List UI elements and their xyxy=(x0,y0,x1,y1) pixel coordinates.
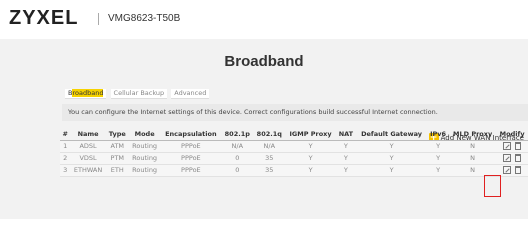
edit-icon[interactable] xyxy=(503,153,512,162)
col-header-mode: Mode xyxy=(128,112,161,141)
tab-broadband-label: roadband xyxy=(72,89,104,97)
delete-icon[interactable] xyxy=(515,165,522,174)
cell-8021p: 0 xyxy=(221,152,254,165)
cell-type: PTM xyxy=(105,152,129,165)
edit-icon[interactable] xyxy=(503,141,512,150)
cell-ipv6: Y xyxy=(427,140,449,153)
cell-8021q: N/A xyxy=(253,140,286,153)
cell-encapsulation: PPPoE xyxy=(160,164,222,177)
cell-encapsulation: PPPoE xyxy=(160,140,222,153)
cell-ipv6: Y xyxy=(427,152,449,165)
cell-name: VDSL xyxy=(70,152,106,165)
col-header-igmp-proxy: IGMP Proxy xyxy=(285,112,336,141)
cell-ipv6: Y xyxy=(427,164,449,177)
col-header-8021q: 802.1q xyxy=(253,112,286,141)
cell-modify xyxy=(496,152,528,165)
cell-name: ADSL xyxy=(70,140,106,153)
cell-igmp-proxy: Y xyxy=(285,164,336,177)
cell-mld-proxy: N xyxy=(448,140,497,153)
cell-type: ETH xyxy=(105,164,129,177)
cell-mode: Routing xyxy=(128,152,161,165)
edit-icon[interactable] xyxy=(503,165,512,174)
device-model: VMG8623-T50B xyxy=(98,13,180,25)
tab-broadband[interactable]: Broadband xyxy=(65,89,107,99)
tab-bar: Broadband Cellular Backup Advanced xyxy=(65,89,211,99)
col-header-encapsulation: Encapsulation xyxy=(160,112,222,141)
cell-igmp-proxy: Y xyxy=(285,152,336,165)
col-header-type: Type xyxy=(105,112,129,141)
cell-type: ATM xyxy=(105,140,129,153)
cell-mld-proxy: N xyxy=(448,152,497,165)
cell-nat: Y xyxy=(335,164,356,177)
table-row: 2 VDSL PTM Routing PPPoE 0 35 Y Y Y Y N xyxy=(60,152,528,165)
wan-interface-table: # Name Type Mode Encapsulation 802.1p 80… xyxy=(60,112,528,177)
delete-icon[interactable] xyxy=(515,141,522,150)
cell-default-gateway: Y xyxy=(355,164,428,177)
cell-name: ETHWAN xyxy=(70,164,106,177)
cell-index: 3 xyxy=(60,164,71,177)
cell-encapsulation: PPPoE xyxy=(160,152,222,165)
col-header-default-gateway: Default Gateway xyxy=(355,112,428,141)
cell-default-gateway: Y xyxy=(355,152,428,165)
cell-nat: Y xyxy=(335,152,356,165)
highlight-box xyxy=(484,175,501,197)
cell-mode: Routing xyxy=(128,164,161,177)
col-header-nat: NAT xyxy=(335,112,356,141)
cell-8021p: 0 xyxy=(221,164,254,177)
col-header-8021p: 802.1p xyxy=(221,112,254,141)
cell-index: 1 xyxy=(60,140,71,153)
top-header: ZYXEL VMG8623-T50B xyxy=(0,0,528,39)
col-header-modify: Modify xyxy=(496,112,528,141)
cell-modify xyxy=(496,140,528,153)
col-header-ipv6: IPv6 xyxy=(427,112,449,141)
tab-cellular-backup[interactable]: Cellular Backup xyxy=(110,89,168,99)
table-row: 1 ADSL ATM Routing PPPoE N/A N/A Y Y Y Y… xyxy=(60,140,528,153)
table-header-row: # Name Type Mode Encapsulation 802.1p 80… xyxy=(60,112,528,141)
page-title: Broadband xyxy=(224,53,304,70)
table-row: 3 ETHWAN ETH Routing PPPoE 0 35 Y Y Y Y … xyxy=(60,164,528,177)
cell-index: 2 xyxy=(60,152,71,165)
cell-modify xyxy=(496,164,528,177)
cell-mode: Routing xyxy=(128,140,161,153)
cell-default-gateway: Y xyxy=(355,140,428,153)
col-header-mld-proxy: MLD Proxy xyxy=(448,112,497,141)
zyxel-logo: ZYXEL xyxy=(9,7,79,29)
col-header-name: Name xyxy=(70,112,106,141)
cell-igmp-proxy: Y xyxy=(285,140,336,153)
tab-advanced[interactable]: Advanced xyxy=(171,89,210,99)
cell-8021p: N/A xyxy=(221,140,254,153)
delete-icon[interactable] xyxy=(515,153,522,162)
cell-8021q: 35 xyxy=(253,164,286,177)
cell-8021q: 35 xyxy=(253,152,286,165)
col-header-index: # xyxy=(60,112,71,141)
cell-nat: Y xyxy=(335,140,356,153)
